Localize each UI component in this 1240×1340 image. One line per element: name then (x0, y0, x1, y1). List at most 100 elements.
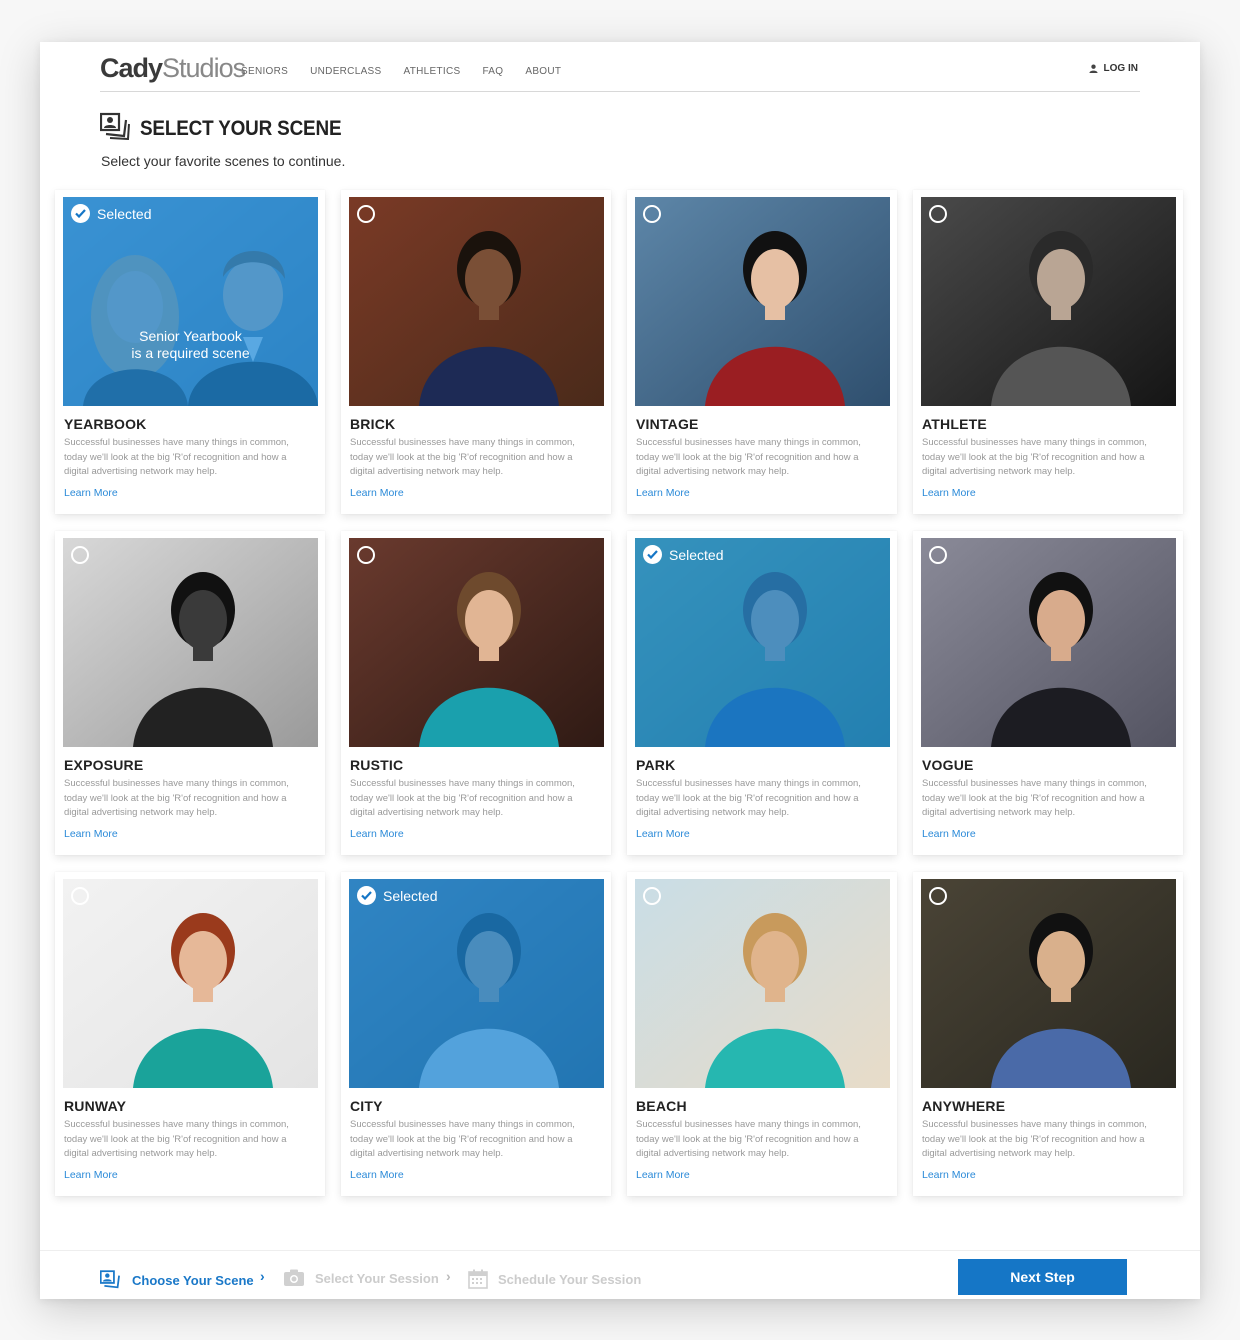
scene-card-exposure[interactable]: EXPOSURE Successful businesses have many… (55, 531, 325, 855)
unchecked-radio-icon[interactable] (929, 205, 947, 223)
selected-indicator[interactable]: Selected (643, 545, 723, 564)
learn-more-link[interactable]: Learn More (350, 1169, 404, 1181)
learn-more-link[interactable]: Learn More (350, 487, 404, 499)
nav-about[interactable]: ABOUT (525, 66, 561, 77)
selected-label: Selected (383, 887, 438, 904)
step-select-session[interactable]: Select Your Session (283, 1269, 439, 1287)
learn-more-link[interactable]: Learn More (636, 487, 690, 499)
step-schedule-session[interactable]: Schedule Your Session (468, 1269, 641, 1289)
nav-underclass[interactable]: UNDERCLASS (310, 66, 381, 77)
learn-more-link[interactable]: Learn More (636, 1169, 690, 1181)
learn-more-link[interactable]: Learn More (922, 1169, 976, 1181)
scene-photo[interactable] (63, 879, 318, 1088)
step-label: Choose Your Scene (132, 1272, 254, 1288)
brand-light: Studios (162, 53, 246, 83)
required-note-line-2: is a required scene (131, 345, 250, 361)
unchecked-radio-icon[interactable] (643, 205, 661, 223)
scene-description: Successful businesses have many things i… (64, 437, 289, 477)
scene-photo[interactable] (921, 879, 1176, 1088)
scene-name: PARK (636, 757, 676, 773)
selected-label: Selected (669, 546, 724, 563)
login-button[interactable]: LOG IN (1088, 63, 1138, 74)
nav-faq[interactable]: FAQ (482, 66, 503, 77)
scene-card-vintage[interactable]: VINTAGE Successful businesses have many … (627, 190, 897, 514)
check-circle-icon (643, 545, 662, 564)
learn-more-link[interactable]: Learn More (922, 828, 976, 840)
unchecked-radio-icon[interactable] (357, 205, 375, 223)
selected-indicator[interactable]: Selected (71, 204, 151, 223)
scene-card-brick[interactable]: BRICK Successful businesses have many th… (341, 190, 611, 514)
check-circle-icon (71, 204, 90, 223)
unchecked-radio-icon[interactable] (71, 887, 89, 905)
unchecked-radio-icon[interactable] (929, 887, 947, 905)
nav-athletics[interactable]: ATHLETICS (403, 66, 460, 77)
unchecked-radio-icon[interactable] (643, 887, 661, 905)
unchecked-radio-icon[interactable] (929, 546, 947, 564)
scene-description: Successful businesses have many things i… (350, 437, 575, 477)
scene-photo[interactable] (921, 197, 1176, 406)
learn-more-link[interactable]: Learn More (64, 828, 118, 840)
top-header: CadyStudios SENIORS UNDERCLASS ATHLETICS… (100, 42, 1140, 92)
scene-photo[interactable] (635, 879, 890, 1088)
scene-name: BEACH (636, 1098, 687, 1114)
scene-description: Successful businesses have many things i… (636, 437, 861, 477)
scene-photo-art (921, 879, 1176, 1088)
scene-card-park[interactable]: Selected PARK Successful businesses have… (627, 531, 897, 855)
scene-photo-art (349, 538, 604, 747)
learn-more-link[interactable]: Learn More (64, 1169, 118, 1181)
next-step-button[interactable]: Next Step (958, 1259, 1127, 1295)
scene-name: VINTAGE (636, 416, 699, 432)
selected-indicator[interactable]: Selected (357, 886, 437, 905)
scene-photo[interactable]: Selected (349, 879, 604, 1088)
unchecked-radio-icon[interactable] (71, 546, 89, 564)
wizard-footer: Choose Your Scene › Select Your Session … (40, 1250, 1200, 1299)
scene-description: Successful businesses have many things i… (636, 778, 861, 818)
chevron-right-icon: › (446, 1268, 451, 1284)
selected-overlay (635, 538, 890, 747)
scene-photo[interactable]: Selected Senior Yearbook is a required s… (63, 197, 318, 406)
page-title: SELECT YOUR SCENE (140, 116, 342, 140)
scene-card-beach[interactable]: BEACH Successful businesses have many th… (627, 872, 897, 1196)
selected-label: Selected (97, 205, 152, 222)
scene-photo-art (635, 197, 890, 406)
scene-name: RUSTIC (350, 757, 404, 773)
nav-seniors[interactable]: SENIORS (241, 66, 288, 77)
scene-description: Successful businesses have many things i… (350, 1119, 575, 1159)
page-subtitle: Select your favorite scenes to continue. (101, 153, 346, 169)
brand-logo[interactable]: CadyStudios (100, 53, 246, 84)
title-row: SELECT YOUR SCENE (99, 112, 364, 145)
scene-name: CITY (350, 1098, 383, 1114)
chevron-right-icon: › (260, 1268, 265, 1284)
app-frame: CadyStudios SENIORS UNDERCLASS ATHLETICS… (40, 42, 1200, 1299)
scene-card-runway[interactable]: RUNWAY Successful businesses have many t… (55, 872, 325, 1196)
scene-card-vogue[interactable]: VOGUE Successful businesses have many th… (913, 531, 1183, 855)
scene-photo[interactable] (349, 538, 604, 747)
selected-overlay (349, 879, 604, 1088)
scene-photo-art (63, 538, 318, 747)
scene-photo[interactable] (63, 538, 318, 747)
scene-description: Successful businesses have many things i… (636, 1119, 861, 1159)
scene-photo[interactable] (635, 197, 890, 406)
scene-description: Successful businesses have many things i… (922, 778, 1147, 818)
scene-photo-art (635, 879, 890, 1088)
scene-name: YEARBOOK (64, 416, 147, 432)
calendar-icon (468, 1269, 488, 1289)
scene-name: ATHLETE (922, 416, 987, 432)
scene-photo[interactable] (349, 197, 604, 406)
learn-more-link[interactable]: Learn More (64, 487, 118, 499)
check-circle-icon (357, 886, 376, 905)
scene-card-rustic[interactable]: RUSTIC Successful businesses have many t… (341, 531, 611, 855)
scene-card-yearbook[interactable]: Selected Senior Yearbook is a required s… (55, 190, 325, 514)
main-nav: SENIORS UNDERCLASS ATHLETICS FAQ ABOUT (241, 66, 561, 77)
scene-photo-art (921, 197, 1176, 406)
scene-card-city[interactable]: Selected CITY Successful businesses have… (341, 872, 611, 1196)
learn-more-link[interactable]: Learn More (636, 828, 690, 840)
learn-more-link[interactable]: Learn More (922, 487, 976, 499)
step-choose-scene[interactable]: Choose Your Scene (100, 1269, 254, 1291)
unchecked-radio-icon[interactable] (357, 546, 375, 564)
scene-card-anywhere[interactable]: ANYWHERE Successful businesses have many… (913, 872, 1183, 1196)
scene-photo[interactable]: Selected (635, 538, 890, 747)
scene-photo[interactable] (921, 538, 1176, 747)
learn-more-link[interactable]: Learn More (350, 828, 404, 840)
scene-card-athlete[interactable]: ATHLETE Successful businesses have many … (913, 190, 1183, 514)
